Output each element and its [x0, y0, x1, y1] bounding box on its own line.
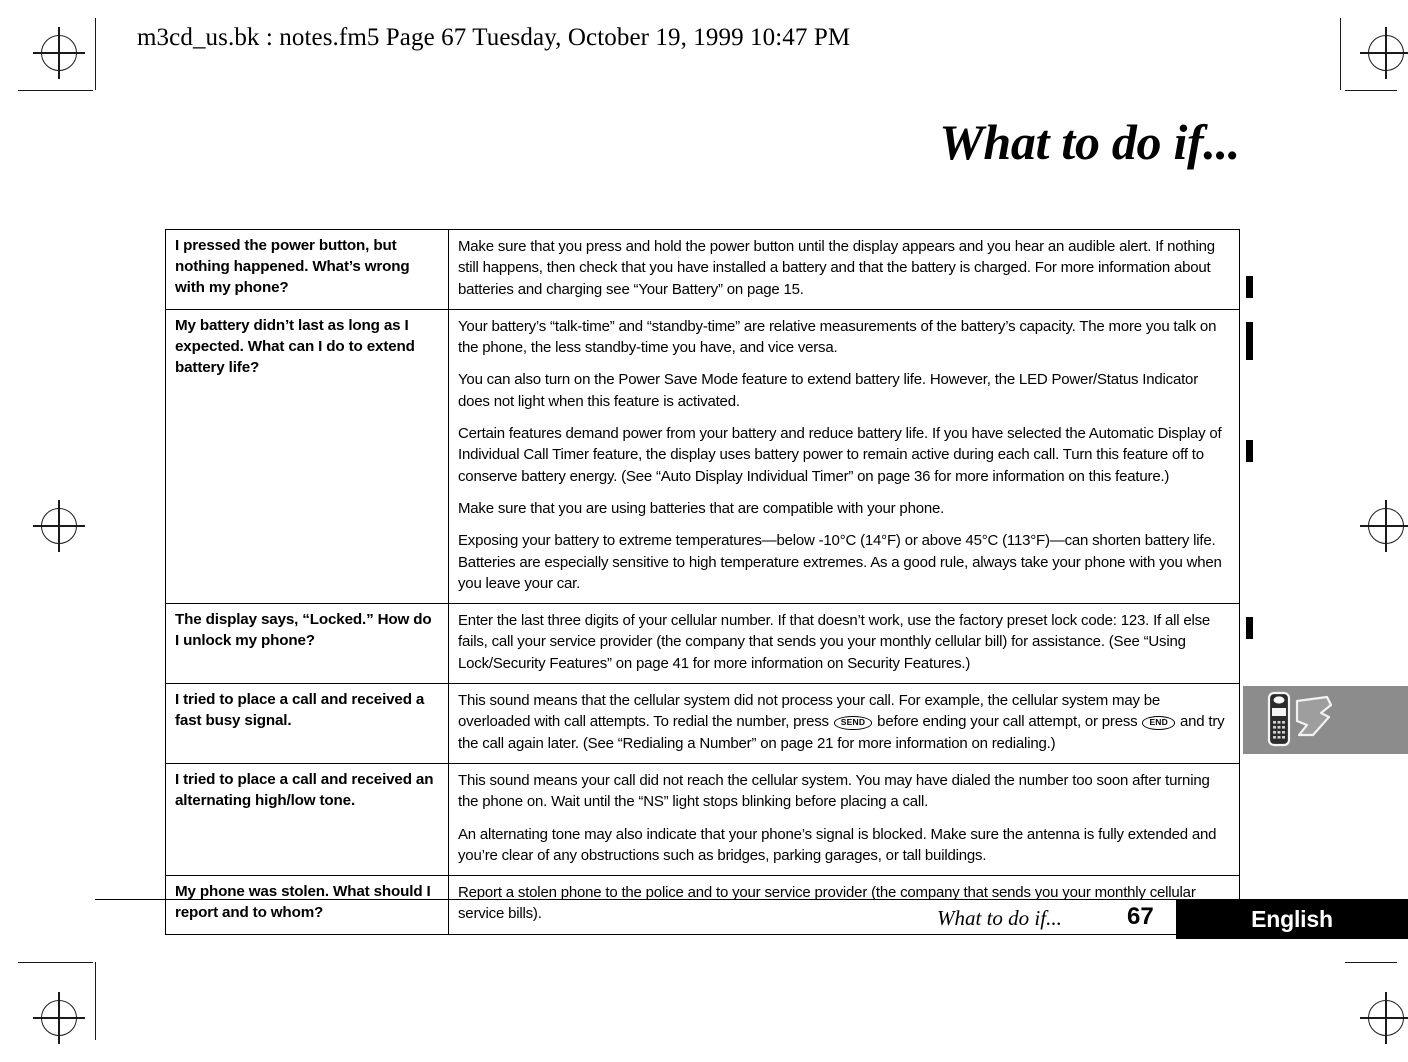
question-cell: I tried to place a call and received an … [165, 763, 449, 876]
end-key-icon: END [1142, 716, 1175, 730]
answer-paragraph: Report a stolen phone to the police and … [458, 884, 1196, 923]
registration-mark-mid-left [33, 500, 85, 552]
crop-line-bottom-left-horizontal [18, 962, 93, 964]
registration-mark-top-right [1360, 27, 1408, 79]
registration-mark-mid-right [1360, 500, 1408, 552]
answer-paragraph: Enter the last three digits of your cell… [458, 612, 1211, 672]
language-tab-label: English [1251, 905, 1333, 932]
registration-mark-bottom-right [1360, 992, 1408, 1044]
page-number: 67 [1127, 903, 1154, 930]
answer-paragraph: This sound means your call did not reach… [458, 771, 1210, 811]
answer-paragraph: Certain features demand power from your … [458, 425, 1222, 485]
crop-line-top-right-horizontal [1345, 90, 1397, 92]
answer-paragraph: An alternating tone may also indicate th… [458, 825, 1217, 864]
registration-mark-bottom-left [33, 992, 85, 1044]
registration-mark-top-left [33, 27, 85, 79]
change-bar [1246, 322, 1253, 360]
answer-paragraph: Your battery’s “talk-time” and “standby-… [458, 317, 1217, 357]
question-cell: My phone was stolen. What should I repor… [165, 875, 449, 935]
crop-line-right-vertical [1340, 18, 1342, 90]
crop-line-top-left-horizontal [18, 90, 93, 92]
phone-question-icon [1267, 691, 1333, 747]
footer-chapter-title: What to do if... [937, 906, 1062, 930]
page-title: What to do if... [939, 114, 1240, 170]
crop-line-left-vertical-bottom [95, 962, 97, 1040]
question-cell: The display says, “Locked.” How do I unl… [165, 603, 449, 684]
thumb-tab [1243, 686, 1408, 754]
answer-paragraph: This sound means that the cellular syste… [458, 690, 1230, 754]
change-bar [1246, 440, 1253, 462]
send-key-icon: SEND [833, 716, 873, 730]
change-bar [1246, 276, 1253, 298]
answer-paragraph: Make sure that you press and hold the po… [458, 238, 1215, 298]
language-tab: English [1176, 899, 1408, 939]
answer-cell: Report a stolen phone to the police and … [449, 876, 1240, 935]
crop-line-bottom-right-horizontal [1345, 962, 1397, 964]
crop-line-left-vertical [95, 18, 97, 90]
table-row: I tried to place a call and received a f… [165, 683, 1240, 764]
table-row: The display says, “Locked.” How do I unl… [165, 603, 1240, 684]
table-row: I tried to place a call and received an … [165, 763, 1240, 876]
faq-table: I pressed the power button, but nothing … [165, 229, 1240, 935]
answer-cell: Your battery’s “talk-time” and “standby-… [449, 309, 1240, 603]
table-row: My phone was stolen. What should I repor… [165, 875, 1240, 935]
answer-paragraph: Exposing your battery to extreme tempera… [458, 532, 1222, 592]
answer-cell: This sound means that the cellular syste… [449, 684, 1240, 764]
table-row: My battery didn’t last as long as I expe… [165, 309, 1240, 604]
answer-cell: Enter the last three digits of your cell… [449, 604, 1240, 684]
answer-cell: This sound means your call did not reach… [449, 763, 1240, 875]
answer-paragraph: Make sure that you are using batteries t… [458, 499, 945, 517]
change-bar [1246, 617, 1253, 639]
question-cell: My battery didn’t last as long as I expe… [165, 309, 449, 604]
question-cell: I pressed the power button, but nothing … [165, 229, 449, 310]
running-header: m3cd_us.bk : notes.fm5 Page 67 Tuesday, … [137, 24, 851, 51]
table-row: I pressed the power button, but nothing … [165, 229, 1240, 310]
question-cell: I tried to place a call and received a f… [165, 683, 449, 764]
answer-paragraph: You can also turn on the Power Save Mode… [458, 371, 1198, 410]
answer-cell: Make sure that you press and hold the po… [449, 230, 1240, 310]
answer-text-part: before ending your call attempt, or pres… [873, 713, 1142, 731]
